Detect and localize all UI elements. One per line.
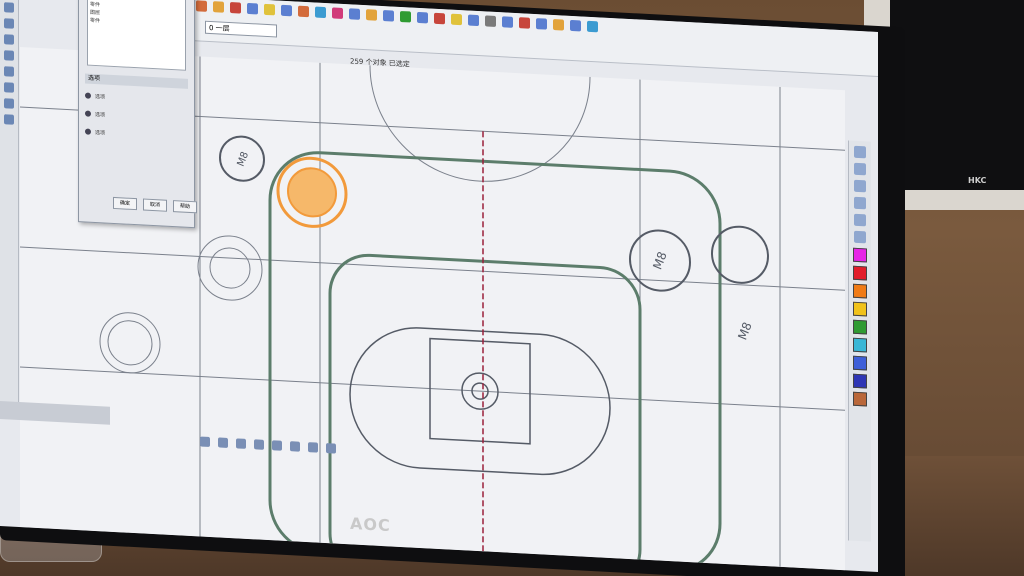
tool-icon[interactable]: [281, 4, 292, 17]
tool-icon[interactable]: [213, 1, 224, 13]
tool-icon[interactable]: [272, 440, 282, 451]
color-swatch[interactable]: [853, 247, 867, 263]
tool-icon[interactable]: [400, 10, 411, 23]
color-swatch[interactable]: [853, 319, 867, 335]
color-swatch[interactable]: [853, 337, 867, 353]
radio-icon[interactable]: [85, 110, 91, 117]
tool-icon[interactable]: [332, 7, 343, 19]
dialog-option[interactable]: 选项: [85, 107, 188, 124]
monitor-logo: AOC: [350, 513, 391, 536]
m8-label: M8: [735, 320, 754, 342]
layer-tool-icon[interactable]: [854, 230, 866, 244]
tool-icon[interactable]: [230, 2, 241, 14]
photo-scene: HKC 0 一层 259 个对象 已选定 M8 M8 M8 零件 图层 零件 选…: [0, 0, 1024, 576]
tool-icon[interactable]: [326, 443, 336, 454]
tool-icon[interactable]: [4, 34, 14, 45]
tool-icon[interactable]: [4, 18, 14, 29]
tool-icon[interactable]: [383, 10, 394, 22]
second-monitor-logo: HKC: [968, 176, 987, 185]
color-palette: [849, 247, 871, 407]
hole-outline: [197, 235, 263, 301]
left-toolstrip: [0, 0, 19, 417]
tool-icon[interactable]: [196, 0, 207, 12]
tool-icon[interactable]: [553, 18, 564, 31]
tool-icon[interactable]: [236, 438, 246, 449]
dialog-option[interactable]: 选项: [85, 125, 188, 142]
color-swatch[interactable]: [853, 265, 867, 281]
m8-label: M8: [236, 150, 251, 168]
tool-icon[interactable]: [264, 3, 275, 16]
grid-tool-icon[interactable]: [854, 196, 866, 210]
color-swatch[interactable]: [853, 283, 867, 299]
monitor-screen: 0 一层 259 个对象 已选定 M8 M8 M8 零件 图层 零件 选项 选项…: [0, 0, 878, 573]
tool-icon[interactable]: [485, 15, 496, 27]
cube-tool-icon[interactable]: [854, 162, 866, 176]
tool-icon[interactable]: [349, 8, 360, 20]
tool-icon[interactable]: [298, 5, 309, 18]
color-swatch[interactable]: [853, 355, 867, 371]
ok-button[interactable]: 确定: [113, 196, 137, 211]
cancel-button[interactable]: 取消: [143, 198, 167, 212]
tool-icon[interactable]: [451, 13, 462, 26]
tool-icon[interactable]: [502, 16, 513, 28]
color-swatch[interactable]: [853, 373, 867, 389]
dialog-buttons: 确定 取消 帮助: [113, 196, 197, 214]
tool-icon[interactable]: [4, 50, 14, 61]
slot-outline: [349, 327, 611, 476]
hole-inner: [107, 320, 153, 366]
tool-icon[interactable]: [536, 18, 547, 30]
help-button[interactable]: 帮助: [173, 200, 197, 214]
tool-icon[interactable]: [315, 6, 326, 19]
layer-dropdown[interactable]: 0 一层: [205, 20, 277, 38]
tool-icon[interactable]: [200, 436, 210, 448]
dialog-section-label: 选项: [85, 73, 188, 89]
hole-inner: [209, 247, 251, 289]
tool-icon[interactable]: [417, 11, 428, 24]
selected-hole[interactable]: [276, 156, 348, 229]
cube-tool-icon[interactable]: [854, 179, 866, 193]
tool-icon[interactable]: [434, 12, 445, 25]
radio-icon[interactable]: [85, 128, 91, 135]
color-swatch[interactable]: [853, 391, 867, 407]
tool-icon[interactable]: [468, 14, 479, 27]
properties-dialog: 图层 零件 图层 零件 选项 选项 选项 选项 确定 取消 帮助: [78, 0, 197, 229]
dialog-list[interactable]: 图层 零件 图层 零件: [87, 0, 186, 71]
text-tool-icon[interactable]: [854, 145, 866, 159]
tool-icon[interactable]: [4, 66, 14, 77]
tool-icon[interactable]: [519, 17, 530, 29]
outer-contour: [268, 151, 722, 573]
second-monitor: [890, 0, 1024, 190]
tool-icon[interactable]: [308, 442, 318, 453]
selected-hole-inner: [287, 167, 337, 218]
tool-icon[interactable]: [4, 2, 14, 13]
radio-icon[interactable]: [85, 92, 91, 99]
tool-icon[interactable]: [587, 20, 598, 33]
tool-icon[interactable]: [366, 9, 377, 21]
right-toolbar: [848, 140, 871, 542]
dialog-option[interactable]: 选项: [85, 89, 188, 106]
tool-icon[interactable]: [570, 19, 581, 32]
tool-icon[interactable]: [247, 2, 258, 15]
tool-icon[interactable]: [4, 114, 14, 125]
tool-icon[interactable]: [254, 439, 264, 450]
dimension-tool-icon[interactable]: [854, 213, 866, 227]
m8-label: M8: [650, 250, 669, 272]
tool-icon[interactable]: [4, 98, 14, 109]
tool-icon[interactable]: [4, 82, 14, 93]
tool-icon[interactable]: [290, 441, 300, 452]
tool-icon[interactable]: [218, 437, 228, 448]
color-swatch[interactable]: [853, 301, 867, 317]
